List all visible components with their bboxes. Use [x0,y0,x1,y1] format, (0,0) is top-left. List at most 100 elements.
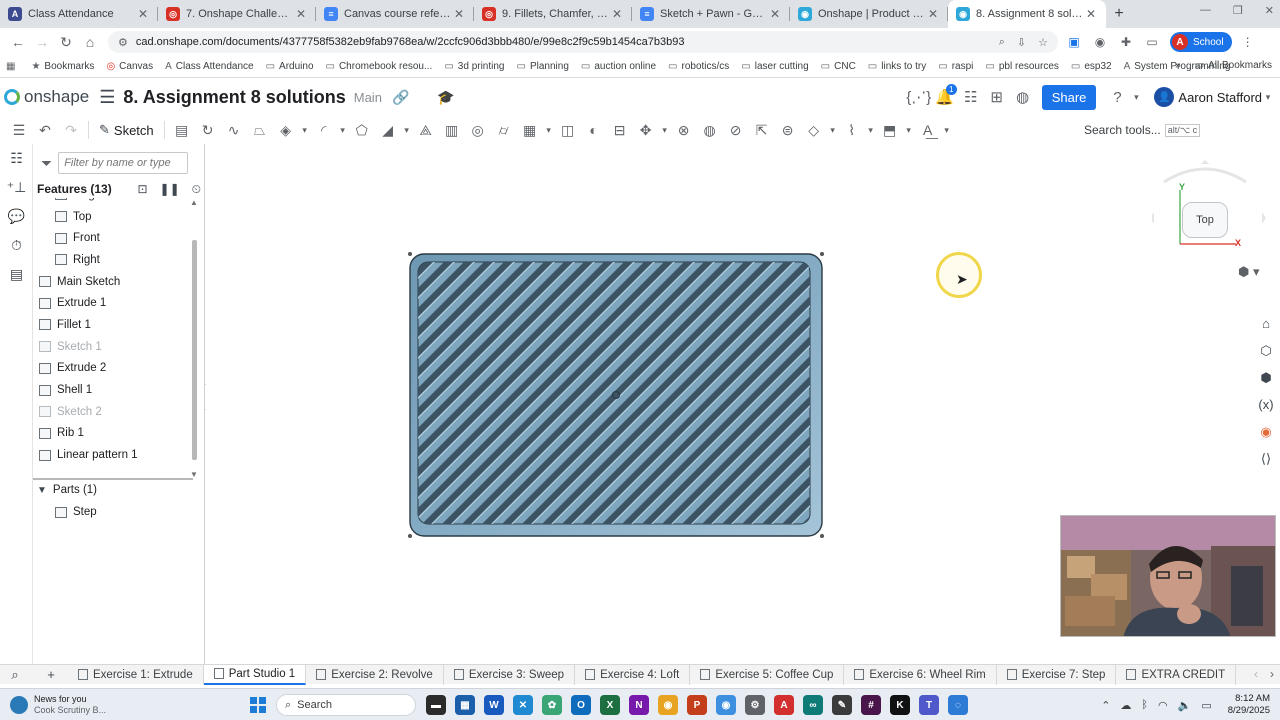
redo-icon[interactable]: ↷ [58,118,84,142]
browser-tab[interactable]: ≡ Canvas course reference - Goo✕ [316,0,474,28]
feature-item[interactable]: Origin [33,198,191,206]
feature-item[interactable]: Front [33,227,191,249]
bluetooth-icon[interactable]: ᛒ [1141,699,1148,711]
cylinder-icon[interactable]: ⌭ [491,118,517,142]
bookmark-item[interactable]: ▭ CNC [821,61,856,72]
view-cube[interactable]: Y Top X ⬢ ▾ [1152,160,1272,290]
transform-icon[interactable]: ✥ [633,118,659,142]
bookmark-item[interactable]: ▭ Planning [517,61,569,72]
app-icon[interactable]: ✎ [832,695,852,715]
file-explorer-icon[interactable]: ▬ [426,695,446,715]
modify-fillet-icon[interactable]: ◍ [697,118,723,142]
document-tab[interactable]: Exercise 2: Revolve [306,664,444,685]
linear-pattern-icon[interactable]: ▦ [517,118,543,142]
browser-tab[interactable]: ◉ 8. Assignment 8 solutions | Par✕ [948,0,1106,28]
part-model[interactable] [406,250,826,540]
windows-start-icon[interactable] [250,697,266,713]
insert-icon[interactable]: ⁺⊥ [0,173,33,202]
document-tab[interactable]: Exercise 4: Loft [575,664,691,685]
minimize-icon[interactable]: — [1200,4,1211,17]
close-tab-icon[interactable]: ✕ [768,7,782,21]
site-info-icon[interactable]: ⚙ [118,36,128,49]
filter-funnel-icon[interactable]: ⏷ [41,155,52,172]
sheet-metal-icon[interactable]: ⬒ [877,118,903,142]
chevron-right-icon[interactable]: » [1175,60,1181,71]
calculator-icon[interactable]: ▦ [455,695,475,715]
link-icon[interactable]: 🔗 [392,89,409,106]
new-tab-button[interactable]: + [1106,0,1132,28]
app-icon[interactable]: K [890,695,910,715]
vscode-icon[interactable]: ✕ [513,695,533,715]
volume-icon[interactable]: 🔈 [1178,699,1192,712]
browser-tab[interactable]: A Class Attendance ✕ [0,0,158,28]
app-icon[interactable]: ◌ [948,695,968,715]
close-tab-icon[interactable]: ✕ [452,7,466,21]
document-list-icon[interactable]: ☷ [958,84,984,110]
feature-item[interactable]: Extrude 2 [33,358,191,380]
pause-icon[interactable]: ❚❚ [160,182,180,197]
chrome-icon[interactable]: ◉ [658,695,678,715]
app-store-icon[interactable]: ⊞ [984,84,1010,110]
feature-item[interactable]: Right [33,249,191,271]
feature-list-scrollbar[interactable]: ▲ ▼ [190,198,198,479]
home-icon[interactable]: ⌂ [78,30,102,54]
feature-filter-input[interactable] [58,152,189,174]
notifications-bell-icon[interactable]: 🔔 1 [932,84,958,110]
thicken-icon[interactable]: ◈ [273,118,299,142]
address-bar[interactable]: ⚙ cad.onshape.com/documents/4377758f5382… [108,31,1058,53]
bookmark-item[interactable]: ▭ robotics/cs [668,61,729,72]
bookmark-item[interactable]: ▭ laser cutting [741,61,808,72]
chrome-icon[interactable]: ◉ [716,695,736,715]
browser-tab[interactable]: ◎ 9. Fillets, Chamfer, Sketch, Pawn✕ [474,0,632,28]
helix-icon[interactable]: ⌇ [839,118,865,142]
bookmark-item[interactable]: ▭ Chromebook resou... [326,61,433,72]
view-cube-top-face[interactable]: Top [1182,202,1228,238]
close-tab-icon[interactable]: ✕ [294,7,308,21]
extrude-icon[interactable]: ▤ [169,118,195,142]
sweep-icon[interactable]: ∿ [221,118,247,142]
feature-item[interactable]: Shell 1 [33,379,191,401]
app-icon[interactable]: ∞ [803,695,823,715]
feature-item[interactable]: Main Sketch [33,271,191,293]
chevron-down-icon[interactable]: ▼ [37,485,47,496]
chevron-down-icon[interactable]: ▾ [401,125,413,136]
taskbar-search[interactable]: ⌕ Search [276,694,416,716]
cloud-icon[interactable]: ☁ [1120,699,1131,712]
chevron-down-icon[interactable]: ▾ [865,125,877,136]
tab-search-icon[interactable]: ▭ [1142,32,1162,52]
configurations-icon[interactable]: ⟨⟩ [1252,445,1280,472]
bookmark-item[interactable]: A Class Attendance [165,61,254,72]
profile-button[interactable]: A School [1170,32,1232,52]
close-tab-icon[interactable]: ✕ [926,7,940,21]
outlook-icon[interactable]: O [571,695,591,715]
text-tool-icon[interactable]: A͟ [915,118,941,142]
bookmark-item[interactable]: ▭ Arduino [266,61,314,72]
delete-part-icon[interactable]: ⊗ [671,118,697,142]
extension-icon[interactable]: ◉ [1090,32,1110,52]
bookmark-item[interactable]: ▭ raspi [938,61,973,72]
browser-tab[interactable]: ≡ Sketch + Pawn - Google Docs✕ [632,0,790,28]
plane-icon[interactable]: ◇ [801,118,827,142]
part-item[interactable]: Step [55,506,97,518]
workspace-name[interactable]: Main [354,90,382,105]
bookmark-item[interactable]: ▭ pbl resources [985,61,1058,72]
fillet-icon[interactable]: ◜ [311,118,337,142]
maximize-icon[interactable]: ❐ [1233,4,1243,17]
mass-properties-icon[interactable]: ⬢ [1252,364,1280,391]
draft-icon[interactable]: ◢ [375,118,401,142]
document-tab[interactable]: Exercise 7: Step [997,664,1117,685]
battery-icon[interactable]: ▭ [1201,699,1211,712]
mirror-icon[interactable]: ◫ [555,118,581,142]
extensions-puzzle-icon[interactable]: ✚ [1116,32,1136,52]
education-cap-icon[interactable]: 🎓 [437,89,454,106]
word-icon[interactable]: W [484,695,504,715]
search-tools-input[interactable]: Search tools... alt/⌥ c [1078,119,1204,141]
user-menu[interactable]: 👤 Aaron Stafford ▾ [1154,87,1274,107]
chevron-left-icon[interactable]: ‹ [1254,667,1258,681]
appearance-icon[interactable]: ⌂ [1252,310,1280,337]
feature-item[interactable]: Top [33,206,191,228]
hole-icon[interactable]: ◎ [465,118,491,142]
history-timer-icon[interactable]: ⏱ [0,231,33,260]
add-tab-icon[interactable]: + [36,667,66,682]
document-tab[interactable]: EXTRA CREDIT [1116,664,1237,685]
